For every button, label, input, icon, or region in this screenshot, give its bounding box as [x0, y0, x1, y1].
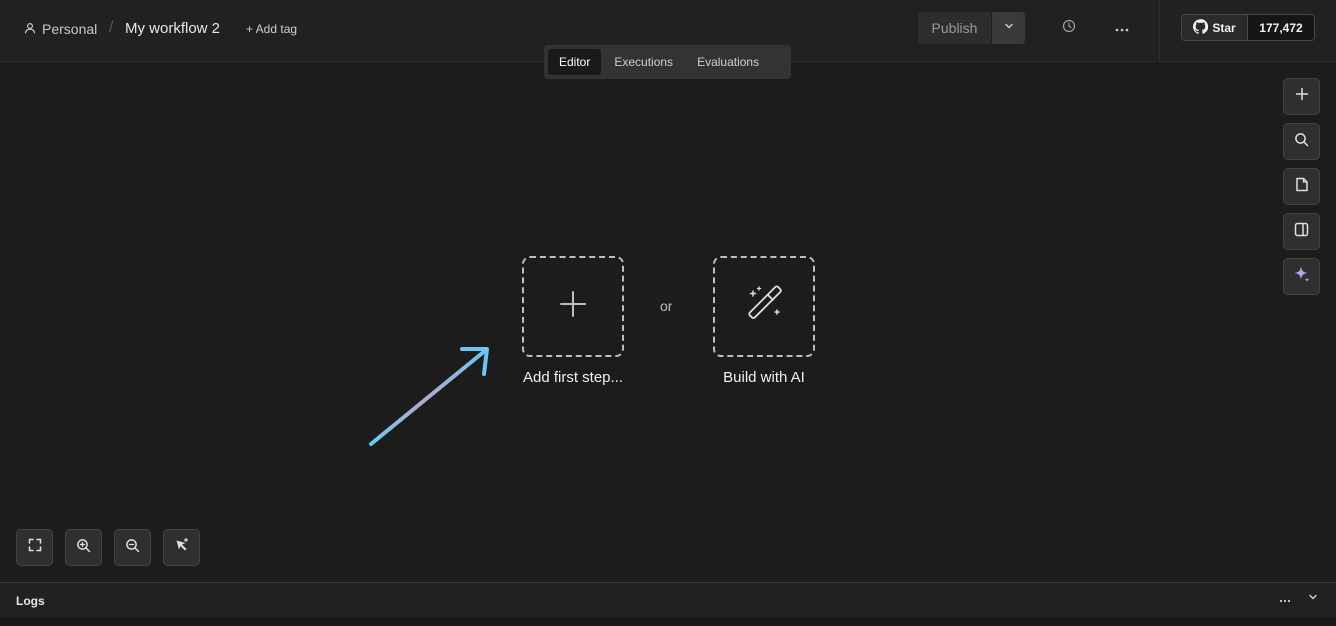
ellipsis-icon	[1279, 590, 1291, 608]
zoom-in-button[interactable]	[65, 529, 102, 566]
plus-icon	[558, 289, 588, 324]
breadcrumb-separator: /	[109, 19, 114, 36]
more-options-button[interactable]	[1112, 18, 1132, 38]
tab-editor[interactable]: Editor	[548, 49, 602, 75]
fit-view-button[interactable]	[16, 529, 53, 566]
plus-icon	[1295, 87, 1309, 106]
workflow-canvas[interactable]	[0, 63, 1336, 581]
add-tag-button[interactable]: + Add tag	[246, 22, 297, 36]
project-name: Personal	[42, 21, 98, 37]
logs-more-button[interactable]	[1278, 592, 1292, 606]
github-star-button[interactable]: Star	[1182, 15, 1248, 40]
sparkle-icon	[1293, 265, 1311, 288]
github-icon	[1193, 18, 1209, 37]
github-star-label: Star	[1212, 20, 1236, 35]
magic-wand-icon	[744, 284, 784, 329]
publish-button[interactable]: Publish	[918, 12, 992, 44]
or-separator-label: or	[660, 298, 673, 314]
history-button[interactable]	[1059, 18, 1079, 38]
toggle-panel-button[interactable]	[1283, 213, 1320, 250]
logs-panel-bar[interactable]: Logs	[0, 582, 1336, 617]
add-first-step-label: Add first step...	[522, 369, 624, 386]
publish-group: Publish	[918, 12, 1025, 44]
add-sticky-note-button[interactable]	[1283, 168, 1320, 205]
build-with-ai-button[interactable]	[713, 256, 815, 357]
ai-assistant-button[interactable]	[1283, 258, 1320, 295]
chevron-down-icon	[1003, 19, 1015, 37]
ellipsis-icon	[1115, 19, 1129, 37]
tab-evaluations[interactable]: Evaluations	[686, 49, 770, 75]
build-with-ai-label: Build with AI	[723, 369, 805, 386]
pointer-arrow-icon	[369, 347, 489, 446]
publish-options-button[interactable]	[992, 12, 1025, 44]
add-first-step-button[interactable]	[522, 256, 624, 357]
search-icon	[1294, 132, 1309, 152]
search-nodes-button[interactable]	[1283, 123, 1320, 160]
bottom-strip	[0, 617, 1336, 626]
user-icon	[24, 21, 36, 37]
sticky-note-icon	[1295, 177, 1309, 197]
workflow-name[interactable]: My workflow 2	[125, 20, 220, 37]
tidy-up-button[interactable]	[163, 529, 200, 566]
history-icon	[1062, 19, 1076, 38]
tidy-up-icon	[174, 537, 190, 558]
fit-view-icon	[28, 538, 42, 557]
app-root: Personal / My workflow 2 + Add tag Publi…	[0, 0, 1336, 626]
panel-icon	[1294, 222, 1309, 242]
zoom-out-icon	[125, 538, 140, 558]
zoom-in-icon	[76, 538, 91, 558]
chevron-down-icon	[1307, 590, 1319, 608]
zoom-out-button[interactable]	[114, 529, 151, 566]
view-tabs: Editor Executions Evaluations	[544, 45, 791, 79]
breadcrumb-project[interactable]: Personal	[24, 20, 97, 38]
logs-toggle-button[interactable]	[1306, 592, 1320, 606]
tab-executions[interactable]: Executions	[603, 49, 684, 75]
logs-title: Logs	[16, 594, 45, 608]
add-node-button[interactable]	[1283, 78, 1320, 115]
github-star-count: 177,472	[1248, 15, 1314, 40]
github-star-widget[interactable]: Star 177,472	[1181, 14, 1315, 41]
header-divider	[1159, 0, 1160, 62]
